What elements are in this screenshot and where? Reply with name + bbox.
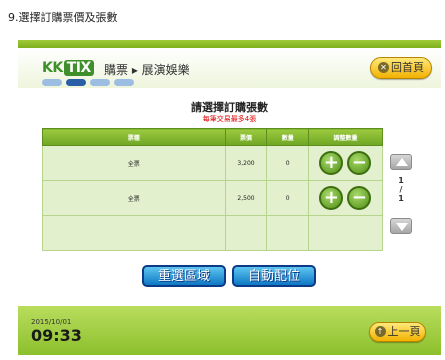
- scroll-up-button[interactable]: [390, 154, 412, 170]
- pager: 1 / 1: [390, 154, 412, 238]
- time-display: 09:33: [31, 326, 82, 345]
- adjust-cell: + −: [307, 145, 384, 181]
- home-button[interactable]: ✕ 回首頁: [370, 57, 432, 79]
- header-price: 票價: [224, 128, 268, 146]
- step-2: [66, 79, 86, 86]
- top-band: [18, 40, 441, 48]
- footer: 2015/10/01 09:33 ↑ 上一頁: [18, 306, 441, 355]
- table-row: 全票 3,200 0 + −: [42, 145, 384, 181]
- page-caption: 9.選擇訂購票價及張數: [8, 11, 118, 24]
- minus-button[interactable]: −: [347, 186, 372, 210]
- empty-cell: [42, 215, 226, 251]
- plus-button[interactable]: +: [319, 186, 344, 210]
- empty-cell: [307, 215, 384, 251]
- step-indicator: [42, 79, 134, 88]
- table-row: 全票 2,500 0 + −: [42, 180, 384, 216]
- date-display: 2015/10/01: [31, 318, 72, 326]
- empty-cell: [224, 215, 268, 251]
- header-adjust: 調整數量: [307, 128, 384, 146]
- scroll-down-button[interactable]: [390, 218, 412, 234]
- kktix-logo: KK TIX: [42, 60, 94, 76]
- step-1: [42, 79, 62, 86]
- quantity-cell: 0: [266, 145, 309, 181]
- plus-button[interactable]: +: [319, 151, 344, 175]
- auto-seat-button[interactable]: 自動配位: [232, 265, 316, 287]
- reselect-area-button[interactable]: 重選區域: [142, 265, 226, 287]
- empty-cell: [266, 215, 309, 251]
- ticket-type-cell: 全票: [42, 145, 226, 181]
- panel-title: 請選擇訂購張數: [191, 101, 268, 114]
- step-4: [114, 79, 134, 86]
- up-arrow-icon: ↑: [374, 326, 386, 337]
- previous-page-button[interactable]: ↑ 上一頁: [369, 322, 426, 342]
- header-ticket-type: 票種: [42, 128, 226, 146]
- price-cell: 3,200: [224, 145, 268, 181]
- adjust-cell: + −: [307, 180, 384, 216]
- panel-subtitle: 每筆交易最多4張: [202, 115, 257, 123]
- table-row: [42, 215, 384, 251]
- step-3: [90, 79, 110, 86]
- close-icon: ✕: [378, 62, 389, 73]
- header-quantity: 數量: [266, 128, 309, 146]
- minus-button[interactable]: −: [347, 151, 372, 175]
- ticket-type-cell: 全票: [42, 180, 226, 216]
- header: KK TIX 購票 ▸ 展演娛樂 ✕ 回首頁: [18, 48, 441, 88]
- breadcrumb: 購票 ▸ 展演娛樂: [104, 63, 190, 77]
- page-indicator: 1 / 1: [398, 176, 404, 203]
- table-header-row: 票種 票價 數量 調整數量: [42, 128, 384, 146]
- price-cell: 2,500: [224, 180, 268, 216]
- kiosk-screen: KK TIX 購票 ▸ 展演娛樂 ✕ 回首頁 請選擇訂購張數 每筆交易最多4張 票種…: [18, 40, 441, 355]
- quantity-cell: 0: [266, 180, 309, 216]
- ticket-table: 票種 票價 數量 調整數量 全票 3,200 0 + − 全票 2,500 0 …: [42, 128, 384, 251]
